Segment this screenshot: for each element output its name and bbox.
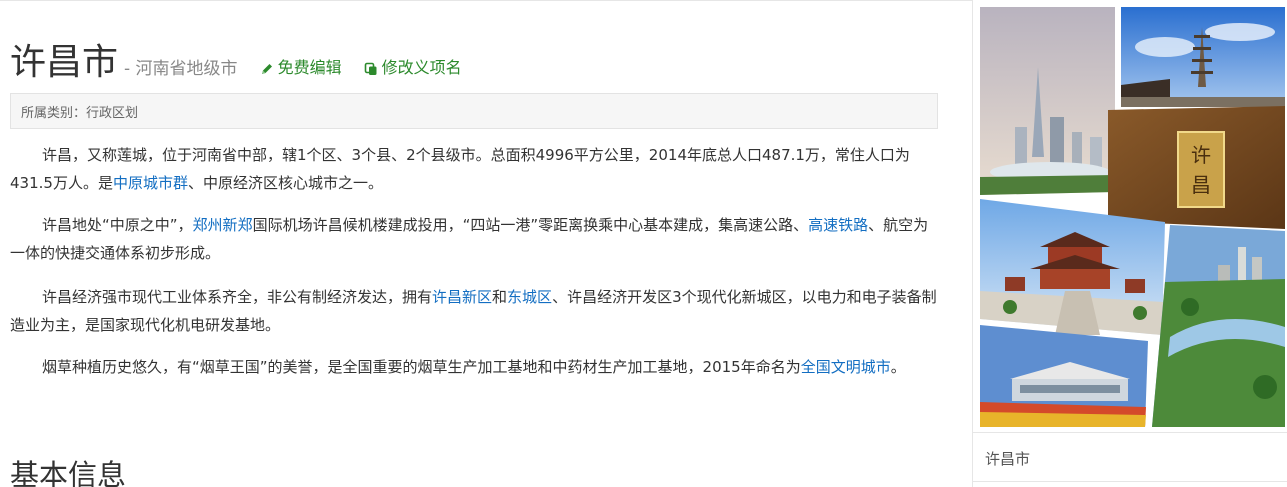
photo-tile-skyscraper (980, 7, 1115, 195)
summary-paragraph-4: 烟草种植历史悠久，有“烟草王国”的美誉，是全国重要的烟草生产加工基地和中药材生产… (10, 353, 938, 381)
summary-paragraph-1: 许昌，又称莲城，位于河南省中部，辖1个区、3个县、2个县级市。总面积4996平方… (10, 141, 938, 197)
link-zhengzhou-xinzheng[interactable]: 郑州新郑 (193, 216, 253, 234)
paragraph-text: 。 (890, 358, 906, 376)
summary-paragraph-3: 许昌经济强市现代工业体系齐全，非公有制经济发达，拥有许昌新区和东城区、许昌经济开… (10, 283, 938, 339)
pencil-icon (260, 61, 274, 75)
paragraph-text: 、中原经济区核心城市之一。 (187, 174, 383, 192)
photo-tile-palace (980, 199, 1165, 335)
city-photo-collage[interactable]: 许 昌 (980, 7, 1285, 427)
edit-button-label: 免费编辑 (277, 58, 342, 77)
plaque-text-chang: 昌 (1191, 173, 1211, 197)
page-title: 许昌市 (10, 42, 119, 83)
sidebar: 许 昌 许昌市 (972, 0, 1287, 487)
paragraph-text: 和 (492, 288, 508, 306)
copy-edit-icon (364, 61, 378, 75)
image-caption: 许昌市 (973, 432, 1287, 482)
link-xuchang-new-district[interactable]: 许昌新区 (432, 288, 492, 306)
page-subtitle: - 河南省地级市 (124, 59, 238, 79)
collage-svg: 许 昌 (980, 7, 1285, 427)
photo-tile-plaque: 许 昌 (1108, 106, 1285, 229)
category-text: 所属类别：行政区划 (21, 106, 139, 121)
link-national-civilized-city[interactable]: 全国文明城市 (801, 358, 891, 376)
main-content: 许昌市 - 河南省地级市 免费编辑 修改义项名 所属类别：行政区划 许昌，又称莲… (10, 0, 938, 487)
link-high-speed-rail[interactable]: 高速铁路 (808, 216, 868, 234)
photo-tile-station (980, 325, 1148, 427)
edit-button[interactable]: 免费编辑 (260, 54, 342, 78)
image-caption-text: 许昌市 (985, 450, 1031, 468)
section-heading-basic-info: 基本信息 (10, 458, 127, 487)
photo-tile-pagoda (1121, 7, 1285, 107)
link-central-plains-city-group[interactable]: 中原城市群 (113, 174, 188, 192)
category-bar: 所属类别：行政区划 (10, 93, 938, 129)
rename-button-label: 修改义项名 (381, 58, 462, 77)
summary-paragraph-2: 许昌地处“中原之中”，郑州新郑国际机场许昌候机楼建成投用，“四站一港”零距离换乘… (10, 211, 938, 267)
title-row: 许昌市 - 河南省地级市 免费编辑 修改义项名 (10, 33, 462, 83)
plaque-text-xu: 许 (1191, 143, 1211, 167)
photo-tile-city-view (1152, 225, 1285, 427)
paragraph-text: 国际机场许昌候机楼建成投用，“四站一港”零距离换乘中心基本建成，集高速公路、 (252, 216, 809, 234)
paragraph-text: 许昌经济强市现代工业体系齐全，非公有制经济发达，拥有 (42, 288, 433, 306)
paragraph-text: 许昌地处“中原之中”， (42, 216, 193, 234)
rename-button[interactable]: 修改义项名 (364, 54, 462, 78)
link-east-city-district[interactable]: 东城区 (507, 288, 552, 306)
paragraph-text: 烟草种植历史悠久，有“烟草王国”的美誉，是全国重要的烟草生产加工基地和中药材生产… (42, 358, 801, 376)
